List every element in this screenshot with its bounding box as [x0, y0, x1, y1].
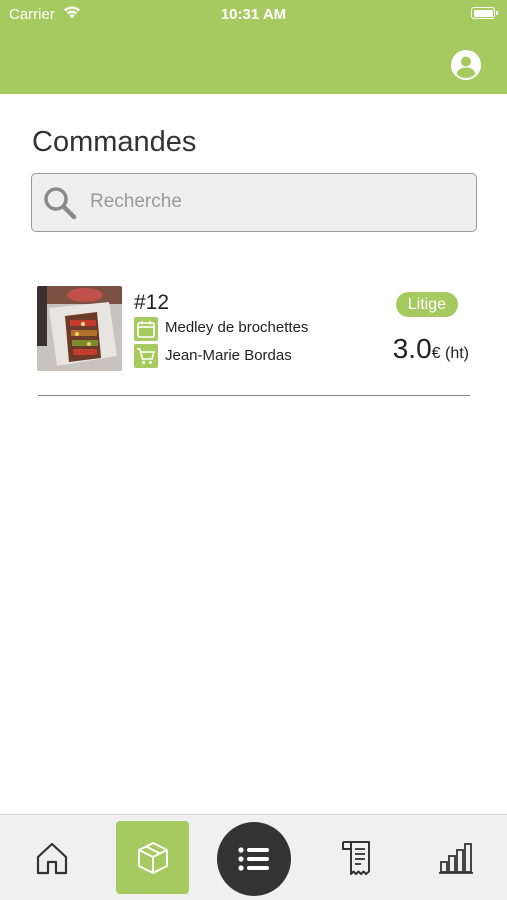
status-time: 10:31 AM: [220, 6, 287, 23]
search-bar[interactable]: [31, 173, 477, 232]
bottom-tab-bar: [0, 814, 507, 900]
receipt-icon: [342, 841, 370, 875]
cart-icon: [134, 344, 158, 368]
order-customer: Jean-Marie Bordas: [165, 347, 292, 364]
order-product: Medley de brochettes: [165, 319, 309, 336]
tab-home[interactable]: [24, 815, 80, 900]
bar-chart-icon: [439, 843, 473, 874]
status-bar: Carrier 10:31 AM: [0, 0, 507, 28]
profile-button[interactable]: [451, 50, 481, 80]
battery-icon: [471, 7, 498, 19]
home-icon: [36, 842, 68, 875]
package-icon: [137, 841, 168, 874]
price-unit: € (ht): [431, 345, 469, 362]
skewers-photo: [37, 286, 122, 371]
tab-stats[interactable]: [428, 815, 484, 900]
calendar-icon: [134, 317, 158, 341]
order-card[interactable]: #12 Medley de brochettes Jean-Marie Bord…: [37, 283, 471, 375]
list-icon: [238, 847, 269, 871]
app-header: Carrier 10:31 AM: [0, 0, 507, 94]
search-input[interactable]: [90, 184, 460, 220]
order-thumbnail: [37, 286, 122, 371]
search-icon: [44, 187, 77, 220]
list-divider: [38, 395, 470, 396]
tab-invoices[interactable]: [330, 815, 382, 900]
order-number: #12: [134, 291, 170, 314]
tab-orders[interactable]: [116, 821, 189, 894]
price-amount: 3.0: [392, 333, 432, 364]
tab-list[interactable]: [217, 822, 291, 896]
account-circle-icon: [456, 56, 476, 78]
order-price: 3.0€ (ht): [393, 333, 469, 365]
page-title: Commandes: [32, 126, 197, 158]
status-badge: Litige: [395, 292, 458, 317]
